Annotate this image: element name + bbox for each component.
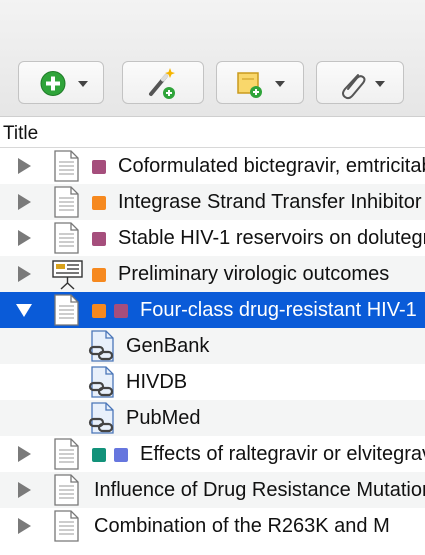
chevron-down-icon: [78, 81, 88, 87]
item-title: Effects of raltegravir or elvitegravir: [140, 443, 425, 465]
link-attachment-icon: [88, 328, 120, 364]
new-item-button[interactable]: [18, 61, 104, 104]
item-title: Integrase Strand Transfer Inhibitor: [118, 191, 422, 213]
attachment-title: HIVDB: [126, 371, 188, 393]
disclosure-collapsed-icon[interactable]: [16, 256, 31, 292]
item-row[interactable]: Coformulated bictegravir, emtricitabine,…: [0, 148, 425, 184]
item-title: Preliminary virologic outcomes: [118, 263, 390, 285]
item-title: Combination of the R263K and M: [94, 515, 390, 537]
magic-wand-icon: [149, 68, 175, 99]
link-attachment-icon: [88, 364, 120, 400]
document-icon: [52, 184, 84, 220]
document-icon: [52, 508, 84, 544]
item-title: Coformulated bictegravir, emtricitabine,…: [118, 155, 425, 177]
document-icon: [52, 436, 84, 472]
document-icon: [52, 220, 84, 256]
disclosure-collapsed-icon[interactable]: [16, 184, 31, 220]
document-icon: [52, 292, 84, 328]
item-row[interactable]: Combination of the R263K and M: [0, 508, 425, 544]
column-header-title[interactable]: Title: [0, 117, 425, 148]
disclosure-expanded-icon[interactable]: [16, 292, 32, 328]
disclosure-collapsed-icon[interactable]: [16, 148, 31, 184]
document-icon: [52, 148, 84, 184]
attachment-row[interactable]: PubMed: [0, 400, 425, 436]
color-tag-icon: [114, 448, 128, 462]
link-attachment-icon: [88, 400, 120, 436]
item-title: Influence of Drug Resistance Mutations: [94, 479, 425, 501]
disclosure-collapsed-icon[interactable]: [16, 220, 31, 256]
plus-circle-icon: [40, 71, 88, 96]
add-by-identifier-button[interactable]: [122, 61, 204, 104]
item-row[interactable]: Integrase Strand Transfer Inhibitor: [0, 184, 425, 220]
color-tag-icon: [92, 232, 106, 246]
toolbar: [0, 0, 425, 117]
document-icon: [52, 472, 84, 508]
attachment-row[interactable]: GenBank: [0, 328, 425, 364]
item-title: Stable HIV-1 reservoirs on dolutegravir: [118, 227, 425, 249]
color-tag-icon: [92, 304, 106, 318]
new-note-button[interactable]: [216, 61, 304, 104]
attachment-row[interactable]: HIVDB: [0, 364, 425, 400]
chevron-down-icon: [275, 81, 285, 87]
paperclip-icon: [342, 74, 385, 100]
item-row[interactable]: Stable HIV-1 reservoirs on dolutegravir: [0, 220, 425, 256]
color-tag-icon: [92, 448, 106, 462]
column-title-label: Title: [3, 123, 39, 144]
item-row[interactable]: Influence of Drug Resistance Mutations: [0, 472, 425, 508]
disclosure-collapsed-icon[interactable]: [16, 436, 31, 472]
item-row[interactable]: Four-class drug-resistant HIV-1: [0, 292, 425, 328]
note-add-icon: [237, 72, 285, 98]
disclosure-collapsed-icon[interactable]: [16, 472, 31, 508]
color-tag-icon: [92, 268, 106, 282]
disclosure-collapsed-icon[interactable]: [16, 508, 31, 544]
item-row[interactable]: Preliminary virologic outcomes: [0, 256, 425, 292]
attachment-title: GenBank: [126, 335, 210, 357]
color-tag-icon: [92, 196, 106, 210]
chevron-down-icon: [375, 81, 385, 87]
add-attachment-button[interactable]: [316, 61, 404, 104]
attachment-title: PubMed: [126, 407, 201, 429]
item-row[interactable]: Effects of raltegravir or elvitegravir: [0, 436, 425, 472]
presentation-icon: [52, 256, 84, 292]
color-tag-icon: [92, 160, 106, 174]
color-tag-icon: [114, 304, 128, 318]
item-title: Four-class drug-resistant HIV-1: [140, 299, 417, 321]
